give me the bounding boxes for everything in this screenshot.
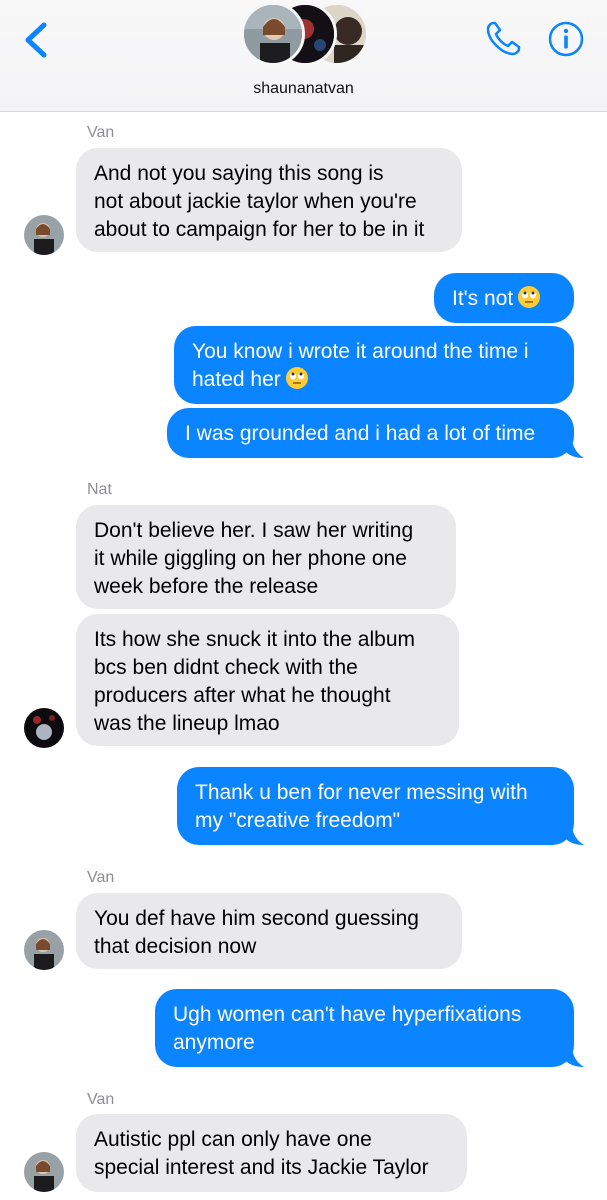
avatar [241, 2, 305, 66]
message-line: Thank u ben for never messing with [195, 781, 528, 804]
message-line: that decision now [94, 935, 257, 958]
call-button[interactable] [484, 18, 524, 58]
avatar[interactable] [24, 708, 64, 748]
message-line: Ugh women can't have hyperfixations [173, 1003, 522, 1026]
back-button[interactable] [20, 20, 54, 60]
message-line: my "creative freedom" [195, 809, 401, 832]
avatar[interactable] [24, 215, 64, 255]
sender-name: Van [87, 1091, 115, 1108]
eye-roll-emoji [285, 367, 308, 389]
message-line: You know i wrote it around the time i [192, 340, 529, 363]
sender-name: Van [87, 869, 115, 886]
message-line: And not you saying this song is [94, 162, 384, 185]
bubble-tail [566, 827, 584, 845]
message-line: Don't believe her. I saw her writing [94, 519, 414, 542]
bubble-tail [566, 1049, 584, 1067]
incoming-message[interactable]: You def have him second guessing that de… [76, 893, 462, 969]
message-line: hated her [192, 368, 281, 391]
bubble-tail [566, 440, 584, 458]
outgoing-message[interactable]: I was grounded and i had a lot of time [167, 408, 574, 458]
incoming-message[interactable]: Autistic ppl can only have one special i… [76, 1114, 467, 1192]
outgoing-message[interactable]: Thank u ben for never messing with my "c… [177, 767, 574, 845]
avatar[interactable] [24, 1152, 64, 1192]
outgoing-message[interactable]: You know i wrote it around the time i ha… [174, 326, 574, 404]
message-line: I was grounded and i had a lot of time [185, 422, 536, 445]
info-button[interactable] [547, 20, 585, 58]
message-line: It's not [452, 287, 514, 310]
conversation-header: shaunanatvan [0, 0, 607, 112]
sender-name: Nat [87, 481, 112, 498]
message-line: bcs ben didnt check with the [94, 656, 358, 679]
message-line: week before the release [94, 575, 319, 598]
message-line: about to campaign for her to be in it [94, 218, 425, 241]
sender-name: Van [87, 124, 115, 141]
incoming-message[interactable]: And not you saying this song is not abou… [76, 148, 462, 252]
incoming-message[interactable]: Don't believe her. I saw her writing it … [76, 505, 456, 609]
eye-roll-emoji [518, 286, 541, 308]
incoming-message[interactable]: Its how she snuck it into the album bcs … [76, 614, 459, 746]
message-line: it while giggling on her phone one [94, 547, 407, 570]
outgoing-message[interactable]: It's not [434, 273, 574, 323]
message-line: was the lineup lmao [94, 712, 280, 735]
phone-icon [486, 21, 521, 56]
message-line: special interest and its Jackie Taylor [94, 1156, 429, 1179]
message-line: Autistic ppl can only have one [94, 1128, 372, 1151]
group-avatars[interactable] [241, 2, 371, 68]
chevron-left-icon [25, 22, 47, 58]
avatar[interactable] [24, 930, 64, 970]
message-line: You def have him second guessing [94, 907, 419, 930]
message-line: producers after what he thought [94, 684, 391, 707]
message-line: Its how she snuck it into the album [94, 628, 415, 651]
message-line: anymore [173, 1031, 255, 1054]
group-name[interactable]: shaunanatvan [0, 80, 607, 98]
outgoing-message[interactable]: Ugh women can't have hyperfixations anym… [155, 989, 574, 1067]
info-icon [548, 21, 584, 57]
message-line: not about jackie taylor when you're [94, 190, 417, 213]
